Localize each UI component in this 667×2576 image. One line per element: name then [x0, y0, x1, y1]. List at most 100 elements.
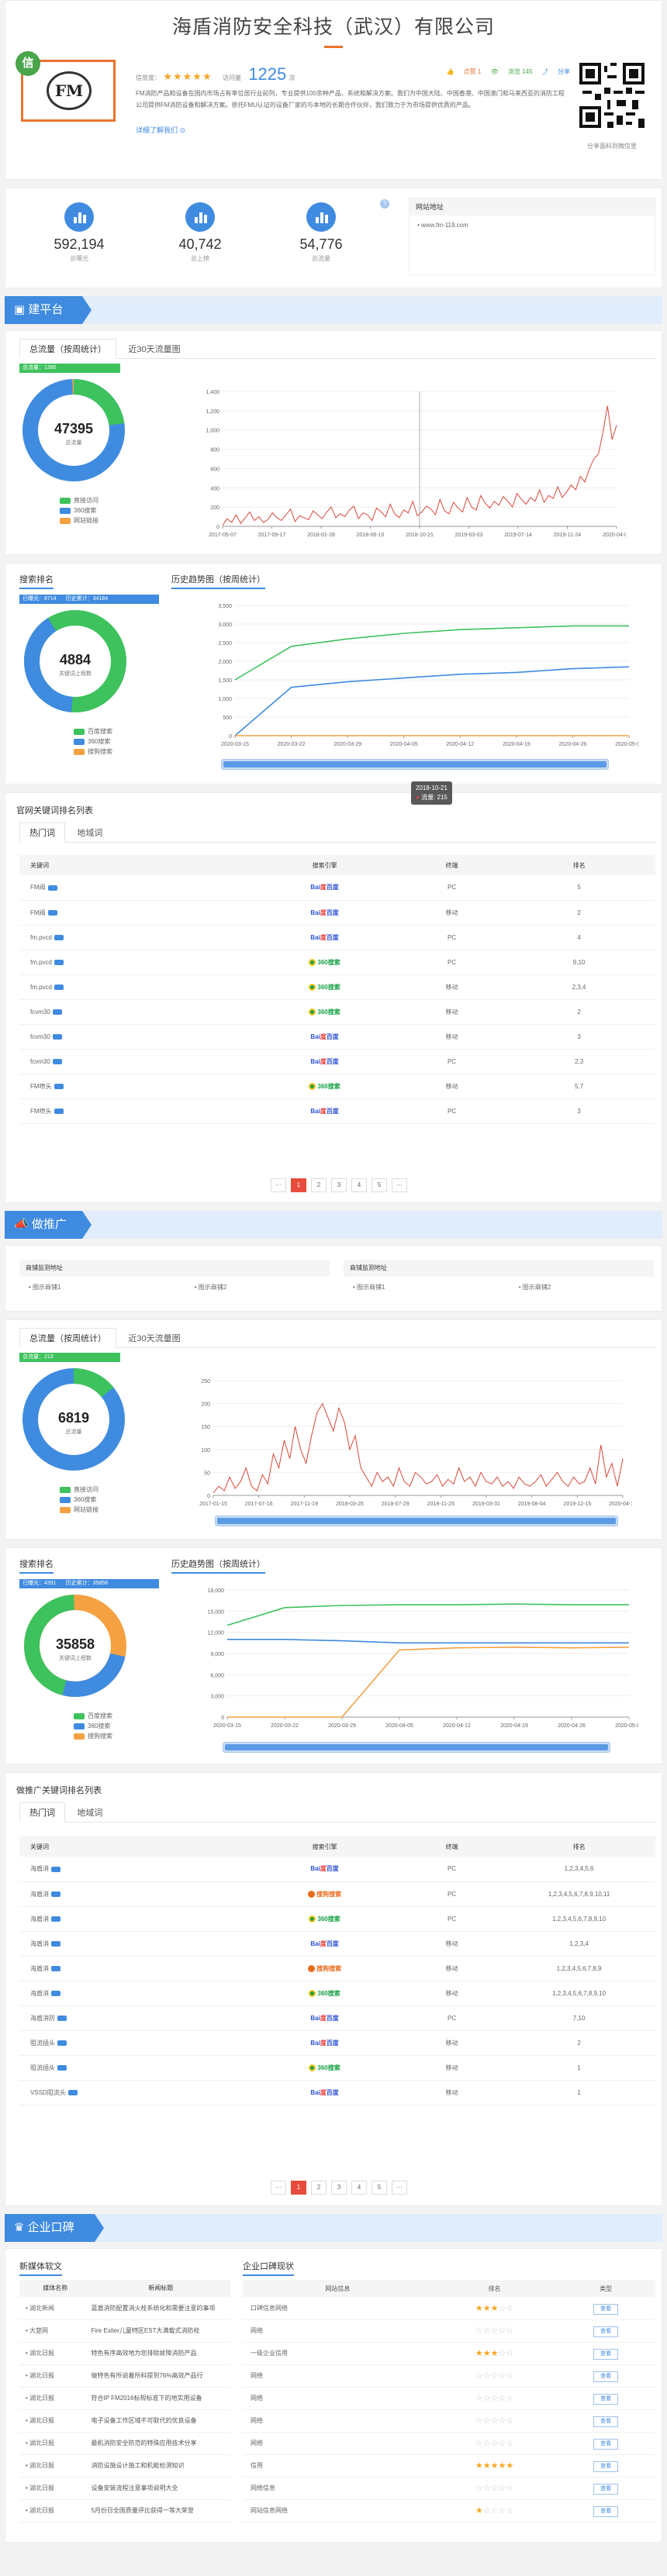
legend-item[interactable]: 百度搜索 [74, 726, 112, 736]
news-row[interactable]: • 湖北日报 设备安装流程注意事项说明大全 [19, 2477, 230, 2500]
shop-link[interactable]: • 图示商铺2 [519, 1284, 551, 1291]
col-site: 网站信息 [325, 2285, 351, 2292]
x-tick-label: 2019-11-24 [554, 533, 581, 538]
kw-table-title: 官网关键词排名列表 [16, 806, 93, 816]
legend-item[interactable]: 360搜索 [60, 1495, 98, 1505]
view-button[interactable]: 查看 [593, 2484, 619, 2495]
view-button[interactable]: 查看 [593, 2416, 619, 2427]
page-button[interactable]: 3 [331, 2181, 347, 2195]
view-button[interactable]: 查看 [593, 2506, 619, 2517]
rank-cell: 1 [503, 2080, 655, 2105]
site-url-link[interactable]: • www.fm-119.com [410, 216, 655, 235]
tab-region-words[interactable]: 地域词 [67, 823, 112, 843]
legend-item[interactable]: 直接访问 [60, 495, 98, 505]
col-media: 媒体名称 [43, 2285, 68, 2292]
view-button[interactable]: 查看 [593, 2394, 619, 2405]
shop-link[interactable]: • 图示商铺1 [353, 1284, 385, 1291]
tab-hot-words[interactable]: 热门词 [19, 822, 65, 843]
legend-item[interactable]: 网站链接 [60, 516, 98, 526]
rank-legend: 百度搜索 360搜索 搜狗搜索 [74, 726, 112, 757]
y-tick-label: 3,500 [218, 604, 232, 609]
traffic-count-bar: 总流量：213 [19, 1353, 120, 1362]
page-button[interactable]: 2 [311, 2181, 327, 2195]
legend-item[interactable]: 搜狗搜索 [74, 1731, 112, 1741]
bar-chart-icon [185, 202, 215, 232]
media-cell: • 湖北新闻 [19, 2297, 92, 2320]
traffic-zoom-slider[interactable] [215, 1516, 618, 1526]
page-button[interactable]: 5 [372, 1178, 387, 1192]
stat-value: 54,776 [299, 236, 343, 252]
page-button[interactable]: 5 [372, 2181, 387, 2195]
view-button[interactable]: 查看 [593, 2461, 619, 2472]
legend-item[interactable]: 360搜索 [74, 1721, 112, 1731]
view-button[interactable]: 查看 [593, 2349, 619, 2360]
page-button[interactable]: 1 [291, 2181, 306, 2195]
page-button[interactable]: 3 [331, 1178, 347, 1192]
page-button[interactable]: ··· [392, 1178, 407, 1192]
page-button[interactable]: 2 [311, 1178, 327, 1192]
view-button[interactable]: 查看 [593, 2326, 619, 2337]
site-cell: 网络 [243, 2387, 433, 2410]
page-button[interactable]: 1 [291, 1178, 306, 1192]
keyword-tag-icon [54, 1083, 64, 1089]
x-tick-label: 2018-06-10 [357, 533, 385, 538]
news-row[interactable]: • 大楚网 Fire Exiter儿童特区EST大满载式消防栓 [19, 2319, 230, 2343]
page-button[interactable]: 4 [351, 1178, 367, 1192]
tab-30day-traffic[interactable]: 近30天流量图 [119, 340, 189, 360]
news-row[interactable]: • 湖北日报 最机消防安全防范的特殊应用技术分享 [19, 2432, 230, 2455]
table-row: 阻流插头 Bai度百度 移动 2 [19, 2030, 655, 2056]
tooltip-value: ● 流量: 215 [416, 794, 448, 801]
view-button[interactable]: 查看 [593, 2303, 619, 2315]
news-row[interactable]: • 湖北日报 特色有序高效地为您排除故障消防产品 [19, 2342, 230, 2365]
x-tick-label: 2020-04-12 [443, 1723, 471, 1729]
tab-30day-traffic[interactable]: 近30天流量图 [119, 1329, 189, 1349]
company-header: 海盾消防安全科技（武汉）有限公司 信 FM 信誉度： ★★★★★ 访问量 122… [5, 0, 662, 180]
news-row[interactable]: • 湖北日报 电子设备工作区域不可取代的优良设备 [19, 2409, 230, 2433]
type-cell: 查看 [556, 2409, 655, 2433]
page-button[interactable]: 4 [351, 2181, 367, 2195]
history-zoom-slider[interactable] [221, 759, 609, 770]
legend-item[interactable]: 360搜索 [74, 736, 112, 747]
legend-item[interactable]: 360搜索 [60, 505, 98, 516]
help-icon[interactable]: ? [380, 199, 389, 209]
baidu-logo-icon: Bai度百度 [310, 1865, 339, 1873]
detail-link[interactable]: 详细了解我们 ⊙ [136, 125, 185, 135]
page: 海盾消防安全科技（武汉）有限公司 信 FM 信誉度： ★★★★★ 访问量 122… [0, 0, 667, 2576]
page-button[interactable]: ··· [392, 2181, 407, 2195]
tab-region-words[interactable]: 地域词 [67, 1803, 112, 1823]
x-tick-label: 2017-05-07 [209, 533, 237, 538]
traffic-tabs: 总流量（按周统计） 近30天流量图 [19, 339, 655, 359]
shop-link[interactable]: • 图示商铺1 [29, 1284, 60, 1291]
table-header-row: 网站信息 排名 类型 [243, 2280, 655, 2297]
legend-item[interactable]: 直接访问 [60, 1485, 98, 1495]
y-tick-label: 1,400 [206, 390, 219, 395]
view-button[interactable]: 查看 [593, 2439, 619, 2450]
like-button[interactable]: 👍 点赞 1 [446, 68, 481, 75]
shop-box-left: 商铺监测地址 • 图示商铺1 • 图示商铺2 [19, 1260, 330, 1298]
history-zoom-slider[interactable] [223, 1742, 610, 1753]
news-row[interactable]: • 湖北日报 消防设施设计施工和机能检测知识 [19, 2454, 230, 2478]
news-row[interactable]: • 湖北日报 5月份日全国质量评比获得一等大荣誉 [19, 2499, 230, 2523]
legend-item[interactable]: 网站链接 [60, 1505, 98, 1515]
legend-item[interactable]: 搜狗搜索 [74, 747, 112, 757]
traffic-legend: 直接访问 360搜索 网站链接 [60, 495, 98, 526]
engine-cell: 搜狗搜索 [248, 1881, 401, 1907]
traffic-panel-promotion: 总流量（按周统计） 近30天流量图 总流量：213 6819 总流量 直接访问 … [5, 1319, 662, 1540]
keyword-tag-icon [57, 2015, 67, 2021]
tab-hot-words[interactable]: 热门词 [19, 1802, 65, 1823]
tab-weekly-traffic[interactable]: 总流量（按周统计） [19, 339, 116, 359]
news-row[interactable]: • 湖北日报 做特色有所说着所料提到76%高效产品行 [19, 2364, 230, 2388]
legend-item[interactable]: 百度搜索 [74, 1711, 112, 1721]
donut-value: 35858 [56, 1636, 95, 1652]
keyword-tag-icon [51, 1965, 60, 1971]
shop-link[interactable]: • 图示商铺2 [195, 1284, 226, 1291]
table-row: 海盾消 360搜索 移动 1,2,3,4,5,6,7,8,9,10 [19, 1981, 655, 2006]
page-button[interactable]: ··· [271, 1178, 286, 1192]
tab-weekly-traffic[interactable]: 总流量（按周统计） [19, 1328, 116, 1348]
news-row[interactable]: • 湖北新闻 蓝盾消防配置消火栓系统化和需要注意的事项 [19, 2297, 230, 2320]
page-button[interactable]: ··· [271, 2181, 286, 2195]
section-banner-platform: ▣ 建平台 [5, 296, 662, 324]
share-button[interactable]: ⤴ 分享 [542, 68, 570, 75]
news-row[interactable]: • 湖北日报 符合IP FM2016标规标准下的地实用设备 [19, 2387, 230, 2410]
view-button[interactable]: 查看 [593, 2371, 619, 2382]
